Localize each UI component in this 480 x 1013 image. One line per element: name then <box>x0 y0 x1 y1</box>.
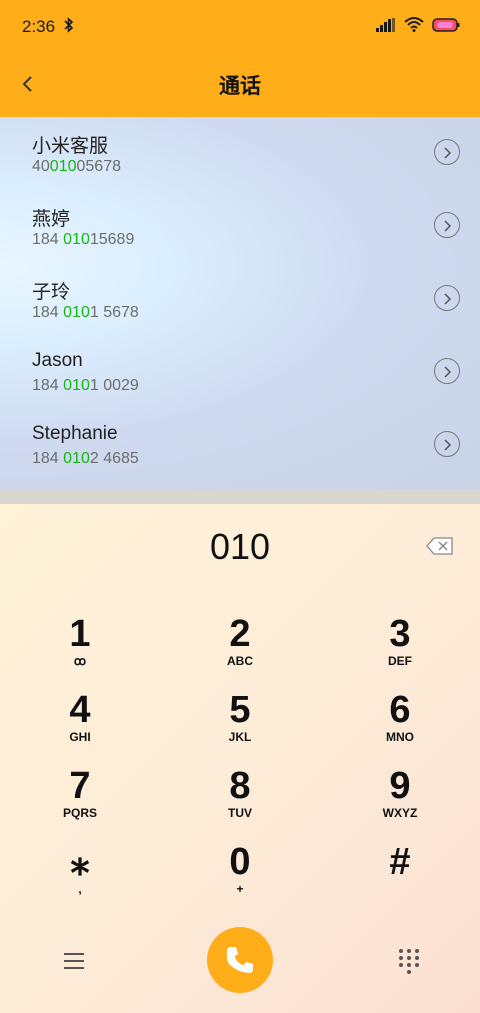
backspace-button[interactable] <box>426 536 454 560</box>
bluetooth-icon <box>64 16 74 38</box>
key-digit: 5 <box>229 689 251 731</box>
voicemail-icon: ꝏ <box>73 654 87 668</box>
list-divider <box>0 490 480 504</box>
key-letters: WXYZ <box>382 806 418 820</box>
key-5[interactable]: 5 JKL <box>180 690 300 762</box>
key-digit: 4 <box>69 689 91 731</box>
key-0[interactable]: 0 + <box>180 842 300 914</box>
contact-name: 小米客服 <box>32 136 109 157</box>
dialpad: 010 1 ꝏ 2 ABC 3 DEF 4 GHI 5 JKL 6 MNO 7 … <box>0 504 480 1013</box>
call-button[interactable] <box>207 927 273 993</box>
key-letters: TUV <box>228 806 252 820</box>
key-digit: # <box>389 841 411 883</box>
key-star[interactable]: ⁎ , <box>20 842 140 914</box>
contact-item[interactable]: 小米客服 4001005678 <box>0 117 480 190</box>
contact-item[interactable]: Jason 184 0101 0029 <box>0 336 480 409</box>
contact-name: Jason <box>32 350 83 371</box>
key-1[interactable]: 1 ꝏ <box>20 614 140 686</box>
signal-icon <box>376 17 396 36</box>
contact-number: 4001005678 <box>32 158 121 175</box>
dialpad-actions <box>0 924 480 1004</box>
key-hash[interactable]: # <box>340 842 460 914</box>
key-letters: ABC <box>227 654 253 668</box>
battery-icon <box>432 17 460 36</box>
key-2[interactable]: 2 ABC <box>180 614 300 686</box>
contact-item[interactable]: 子玲 184 0101 5678 <box>0 263 480 336</box>
contact-number: 184 0101 5678 <box>32 304 139 321</box>
chevron-right-icon <box>444 220 452 232</box>
key-letters: GHI <box>69 730 91 744</box>
contact-name: Stephanie <box>32 423 118 444</box>
key-4[interactable]: 4 GHI <box>20 690 140 762</box>
contact-detail-button[interactable] <box>434 431 460 457</box>
key-3[interactable]: 3 DEF <box>340 614 460 686</box>
page-title: 通话 <box>219 74 261 98</box>
contact-item[interactable]: 燕婷 184 01015689 <box>0 190 480 263</box>
key-letters: + <box>236 882 244 896</box>
contact-list: 小米客服 4001005678 燕婷 184 01015689 子玲 184 0… <box>0 117 480 490</box>
contact-number: 184 0102 4685 <box>32 450 139 467</box>
chevron-right-icon <box>444 147 452 159</box>
key-digit: ⁎ <box>70 841 90 883</box>
phone-icon <box>226 947 253 973</box>
keypad-icon <box>399 949 419 974</box>
key-digit: 7 <box>69 765 91 807</box>
chevron-right-icon <box>444 366 452 378</box>
contact-name: 燕婷 <box>32 209 71 230</box>
key-letters: PQRS <box>62 806 97 820</box>
wifi-icon <box>404 16 424 36</box>
contact-number: 184 01015689 <box>32 231 135 248</box>
key-digit: 0 <box>229 841 251 883</box>
contact-number: 184 0101 0029 <box>32 377 139 394</box>
key-letters: DEF <box>388 654 412 668</box>
key-letters: JKL <box>228 730 252 744</box>
chevron-right-icon <box>444 293 452 305</box>
key-6[interactable]: 6 MNO <box>340 690 460 762</box>
chevron-right-icon <box>444 439 452 451</box>
key-7[interactable]: 7 PQRS <box>20 766 140 838</box>
dialed-number: 010 <box>209 526 271 567</box>
key-digit: 1 <box>69 613 91 655</box>
contact-detail-button[interactable] <box>434 212 460 238</box>
key-8[interactable]: 8 TUV <box>180 766 300 838</box>
menu-icon <box>64 953 84 969</box>
status-bar: 2:36 <box>0 0 480 52</box>
key-digit: 9 <box>389 765 411 807</box>
contact-detail-button[interactable] <box>434 285 460 311</box>
menu-button[interactable] <box>60 948 88 974</box>
contact-name: 子玲 <box>32 282 71 303</box>
key-letters: MNO <box>386 730 414 744</box>
app-header: 通话 <box>0 52 480 117</box>
key-digit: 8 <box>229 765 251 807</box>
key-9[interactable]: 9 WXYZ <box>340 766 460 838</box>
contact-item[interactable]: Stephanie 184 0102 4685 <box>0 409 480 482</box>
key-letters: , <box>78 882 82 896</box>
contact-detail-button[interactable] <box>434 358 460 384</box>
key-digit: 3 <box>389 613 411 655</box>
contact-detail-button[interactable] <box>434 139 460 165</box>
backspace-icon <box>426 537 453 555</box>
key-digit: 2 <box>229 613 251 655</box>
key-digit: 6 <box>389 689 411 731</box>
status-time: 2:36 <box>22 17 56 36</box>
keypad-toggle-button[interactable] <box>397 946 421 974</box>
